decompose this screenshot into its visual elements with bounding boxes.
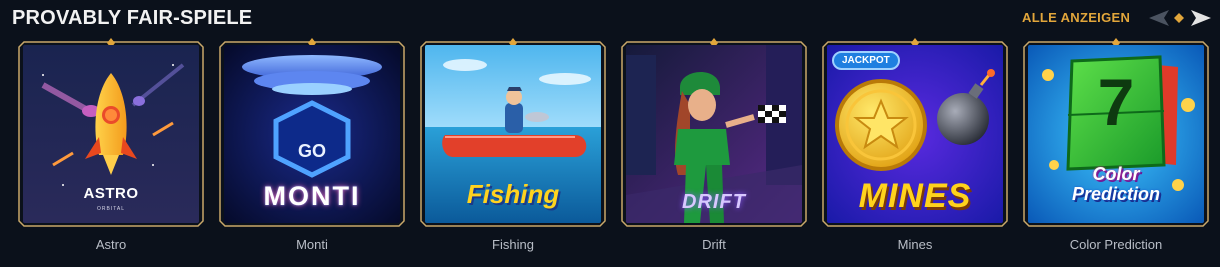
- art-title: MONTI: [263, 181, 361, 211]
- game-label: Monti: [296, 237, 328, 252]
- game-card-mines[interactable]: JACKPOT MINES Mines: [820, 38, 1010, 263]
- game-art-mines: JACKPOT MINES: [827, 45, 1003, 223]
- game-art-color-prediction: 7 Color Prediction: [1028, 45, 1204, 223]
- game-card-astro[interactable]: ASTRO ORBITAL Astro: [16, 38, 206, 263]
- art-subtitle: GO: [297, 141, 326, 161]
- art-title: MINES: [858, 177, 972, 215]
- game-label: Mines: [897, 237, 933, 252]
- game-art-monti: GO MONTI: [224, 45, 400, 223]
- game-label: Astro: [95, 237, 127, 252]
- diamond-ornament-icon: [1174, 13, 1184, 23]
- art-title: ASTRO: [83, 185, 139, 202]
- view-all-link[interactable]: ALLE ANZEIGEN: [1022, 10, 1130, 25]
- game-card-drift[interactable]: DRIFT Drift: [619, 38, 809, 263]
- game-art-fishing: Fishing: [425, 45, 601, 223]
- card-frame: DRIFT: [619, 38, 809, 230]
- game-card-monti[interactable]: GO MONTI Monti: [217, 38, 407, 263]
- section-title: PROVABLY FAIR-SPIELE: [12, 7, 253, 29]
- card-frame: GO MONTI: [217, 38, 407, 230]
- arrow-left-icon[interactable]: [1148, 8, 1170, 28]
- art-title: Fishing: [466, 179, 560, 209]
- art-subtitle: ORBITAL: [96, 206, 126, 212]
- card-frame: Fishing: [418, 38, 608, 230]
- game-card-fishing[interactable]: Fishing Fishing: [418, 38, 608, 263]
- game-art-astro: ASTRO ORBITAL: [23, 45, 199, 223]
- art-title: DRIFT: [682, 191, 746, 213]
- art-title-line1: Color: [1092, 164, 1140, 184]
- jackpot-badge: JACKPOT: [832, 51, 900, 70]
- card-frame: 7 Color Prediction: [1021, 38, 1211, 230]
- card-frame: ASTRO ORBITAL: [16, 38, 206, 230]
- art-title-line2: Prediction: [1071, 184, 1160, 204]
- card-frame: JACKPOT MINES: [820, 38, 1010, 230]
- game-label: Color Prediction: [1069, 237, 1163, 252]
- game-label: Drift: [702, 237, 726, 252]
- game-art-drift: DRIFT: [626, 45, 802, 223]
- section-header: PROVABLY FAIR-SPIELE ALLE ANZEIGEN: [0, 0, 1220, 38]
- game-card-color-prediction[interactable]: 7 Color Prediction Color Prediction: [1021, 38, 1211, 263]
- game-label: Fishing: [492, 237, 534, 252]
- arrow-right-icon[interactable]: [1190, 8, 1212, 28]
- art-number: 7: [1097, 65, 1135, 139]
